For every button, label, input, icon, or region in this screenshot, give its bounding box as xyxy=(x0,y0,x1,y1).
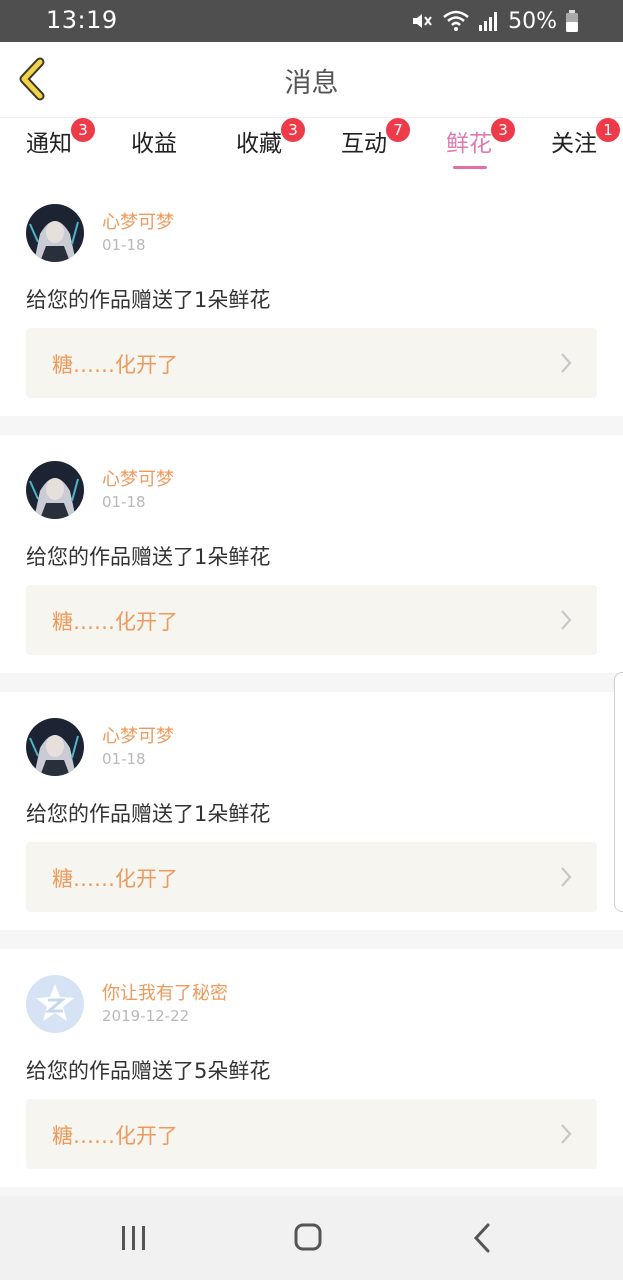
work-link[interactable]: 糖……化开了 xyxy=(26,1099,597,1169)
active-tab-indicator xyxy=(453,166,487,169)
signal-icon xyxy=(478,11,500,31)
work-link[interactable]: 糖……化开了 xyxy=(26,328,597,398)
message-card: 心梦可梦 01-18 给您的作品赠送了1朵鲜花 糖……化开了 xyxy=(0,692,623,930)
tab-label: 收益 xyxy=(131,131,177,157)
message-date: 01-18 xyxy=(102,493,146,511)
status-icons: 50% xyxy=(410,6,579,36)
page-title: 消息 xyxy=(284,68,339,99)
message-card: 你让我有了秘密 2019-12-22 给您的作品赠送了5朵鲜花 糖……化开了 xyxy=(0,949,623,1187)
avatar[interactable] xyxy=(26,718,84,776)
tab-follow[interactable]: 关注 1 xyxy=(539,118,620,170)
message-card: 心梦可梦 01-18 给您的作品赠送了1朵鲜花 糖……化开了 xyxy=(0,435,623,673)
chevron-right-icon xyxy=(559,609,573,635)
chevron-right-icon xyxy=(559,1123,573,1149)
work-title: 糖……化开了 xyxy=(52,353,178,377)
sender-name[interactable]: 心梦可梦 xyxy=(102,465,174,491)
tab-notice[interactable]: 通知 3 xyxy=(14,118,95,170)
message-date: 01-18 xyxy=(102,750,146,768)
message-date: 01-18 xyxy=(102,236,146,254)
unread-badge: 3 xyxy=(491,118,515,142)
unread-badge: 1 xyxy=(596,118,620,142)
system-navigation-bar xyxy=(0,1196,623,1280)
message-text: 给您的作品赠送了1朵鲜花 xyxy=(26,802,271,826)
status-bar: 13:19 50% xyxy=(0,0,623,42)
work-title: 糖……化开了 xyxy=(52,867,178,891)
sender-name[interactable]: 你让我有了秘密 xyxy=(102,979,228,1005)
status-time: 13:19 xyxy=(46,6,118,34)
unread-badge: 3 xyxy=(71,118,95,142)
back-icon[interactable] xyxy=(463,1220,503,1256)
chevron-right-icon xyxy=(559,866,573,892)
tab-flowers[interactable]: 鲜花 3 xyxy=(434,118,515,170)
app-header: 消息 xyxy=(0,42,623,118)
tab-favorites[interactable]: 收藏 3 xyxy=(224,118,305,170)
sender-name[interactable]: 心梦可梦 xyxy=(102,722,174,748)
unread-badge: 3 xyxy=(281,118,305,142)
home-icon[interactable] xyxy=(288,1220,328,1256)
message-card: 心梦可梦 01-18 给您的作品赠送了1朵鲜花 糖……化开了 xyxy=(0,178,623,416)
edge-panel-handle[interactable] xyxy=(614,672,623,912)
wifi-icon xyxy=(442,10,470,32)
work-title: 糖……化开了 xyxy=(52,610,178,634)
avatar[interactable] xyxy=(26,461,84,519)
battery-icon xyxy=(565,10,579,32)
battery-percent: 50% xyxy=(508,8,557,34)
tab-interactions[interactable]: 互动 7 xyxy=(329,118,410,170)
work-link[interactable]: 糖……化开了 xyxy=(26,842,597,912)
message-text: 给您的作品赠送了1朵鲜花 xyxy=(26,545,271,569)
sender-name[interactable]: 心梦可梦 xyxy=(102,208,174,234)
message-date: 2019-12-22 xyxy=(102,1007,190,1025)
tab-earnings[interactable]: 收益 xyxy=(119,128,189,170)
message-text: 给您的作品赠送了5朵鲜花 xyxy=(26,1059,271,1083)
category-tabs: 通知 3 收益 收藏 3 互动 7 鲜花 3 关注 1 xyxy=(0,118,623,178)
mute-icon xyxy=(410,9,434,33)
message-text: 给您的作品赠送了1朵鲜花 xyxy=(26,288,271,312)
unread-badge: 7 xyxy=(386,118,410,142)
work-title: 糖……化开了 xyxy=(52,1124,178,1148)
chevron-right-icon xyxy=(559,352,573,378)
avatar[interactable] xyxy=(26,204,84,262)
work-link[interactable]: 糖……化开了 xyxy=(26,585,597,655)
recent-apps-icon[interactable] xyxy=(114,1220,154,1256)
avatar[interactable] xyxy=(26,975,84,1033)
